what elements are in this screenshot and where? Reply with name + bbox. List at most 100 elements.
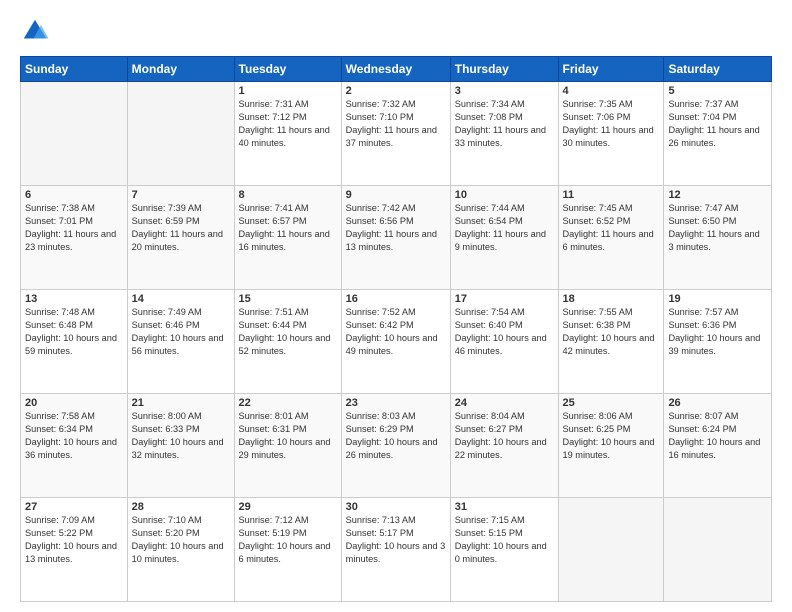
day-info: Sunrise: 7:54 AM Sunset: 6:40 PM Dayligh…	[455, 306, 554, 358]
day-info: Sunrise: 7:38 AM Sunset: 7:01 PM Dayligh…	[25, 202, 123, 254]
calendar-cell: 15Sunrise: 7:51 AM Sunset: 6:44 PM Dayli…	[234, 290, 341, 394]
day-info: Sunrise: 7:55 AM Sunset: 6:38 PM Dayligh…	[563, 306, 660, 358]
day-number: 3	[455, 85, 554, 97]
day-number: 11	[563, 189, 660, 201]
calendar-cell: 5Sunrise: 7:37 AM Sunset: 7:04 PM Daylig…	[664, 82, 772, 186]
day-number: 1	[239, 85, 337, 97]
day-number: 12	[668, 189, 767, 201]
day-info: Sunrise: 7:37 AM Sunset: 7:04 PM Dayligh…	[668, 98, 767, 150]
calendar-cell: 22Sunrise: 8:01 AM Sunset: 6:31 PM Dayli…	[234, 394, 341, 498]
calendar-cell: 28Sunrise: 7:10 AM Sunset: 5:20 PM Dayli…	[127, 498, 234, 602]
day-number: 18	[563, 293, 660, 305]
calendar-cell: 30Sunrise: 7:13 AM Sunset: 5:17 PM Dayli…	[341, 498, 450, 602]
day-number: 30	[346, 501, 446, 513]
day-info: Sunrise: 8:07 AM Sunset: 6:24 PM Dayligh…	[668, 410, 767, 462]
header	[20, 16, 772, 46]
calendar-cell: 16Sunrise: 7:52 AM Sunset: 6:42 PM Dayli…	[341, 290, 450, 394]
weekday-header: Monday	[127, 57, 234, 82]
weekday-header: Sunday	[21, 57, 128, 82]
calendar-cell: 13Sunrise: 7:48 AM Sunset: 6:48 PM Dayli…	[21, 290, 128, 394]
calendar-cell	[664, 498, 772, 602]
calendar-cell	[21, 82, 128, 186]
day-info: Sunrise: 7:09 AM Sunset: 5:22 PM Dayligh…	[25, 514, 123, 566]
calendar-week-row: 13Sunrise: 7:48 AM Sunset: 6:48 PM Dayli…	[21, 290, 772, 394]
calendar-cell: 9Sunrise: 7:42 AM Sunset: 6:56 PM Daylig…	[341, 186, 450, 290]
calendar-week-row: 1Sunrise: 7:31 AM Sunset: 7:12 PM Daylig…	[21, 82, 772, 186]
day-info: Sunrise: 7:35 AM Sunset: 7:06 PM Dayligh…	[563, 98, 660, 150]
calendar-cell: 23Sunrise: 8:03 AM Sunset: 6:29 PM Dayli…	[341, 394, 450, 498]
calendar-cell: 10Sunrise: 7:44 AM Sunset: 6:54 PM Dayli…	[450, 186, 558, 290]
day-number: 23	[346, 397, 446, 409]
day-info: Sunrise: 8:01 AM Sunset: 6:31 PM Dayligh…	[239, 410, 337, 462]
day-info: Sunrise: 7:15 AM Sunset: 5:15 PM Dayligh…	[455, 514, 554, 566]
calendar-cell: 7Sunrise: 7:39 AM Sunset: 6:59 PM Daylig…	[127, 186, 234, 290]
day-number: 19	[668, 293, 767, 305]
day-number: 31	[455, 501, 554, 513]
day-number: 28	[132, 501, 230, 513]
page: SundayMondayTuesdayWednesdayThursdayFrid…	[0, 0, 792, 612]
day-number: 21	[132, 397, 230, 409]
day-info: Sunrise: 7:58 AM Sunset: 6:34 PM Dayligh…	[25, 410, 123, 462]
day-number: 29	[239, 501, 337, 513]
day-info: Sunrise: 7:51 AM Sunset: 6:44 PM Dayligh…	[239, 306, 337, 358]
day-number: 20	[25, 397, 123, 409]
day-number: 16	[346, 293, 446, 305]
calendar-cell: 27Sunrise: 7:09 AM Sunset: 5:22 PM Dayli…	[21, 498, 128, 602]
calendar-week-row: 27Sunrise: 7:09 AM Sunset: 5:22 PM Dayli…	[21, 498, 772, 602]
day-info: Sunrise: 7:41 AM Sunset: 6:57 PM Dayligh…	[239, 202, 337, 254]
calendar-cell: 12Sunrise: 7:47 AM Sunset: 6:50 PM Dayli…	[664, 186, 772, 290]
day-info: Sunrise: 7:32 AM Sunset: 7:10 PM Dayligh…	[346, 98, 446, 150]
calendar-cell: 6Sunrise: 7:38 AM Sunset: 7:01 PM Daylig…	[21, 186, 128, 290]
day-number: 14	[132, 293, 230, 305]
calendar-cell: 11Sunrise: 7:45 AM Sunset: 6:52 PM Dayli…	[558, 186, 664, 290]
calendar-cell: 21Sunrise: 8:00 AM Sunset: 6:33 PM Dayli…	[127, 394, 234, 498]
calendar-cell: 1Sunrise: 7:31 AM Sunset: 7:12 PM Daylig…	[234, 82, 341, 186]
calendar-cell: 2Sunrise: 7:32 AM Sunset: 7:10 PM Daylig…	[341, 82, 450, 186]
day-info: Sunrise: 7:10 AM Sunset: 5:20 PM Dayligh…	[132, 514, 230, 566]
calendar-cell: 29Sunrise: 7:12 AM Sunset: 5:19 PM Dayli…	[234, 498, 341, 602]
weekday-header: Friday	[558, 57, 664, 82]
calendar-cell: 8Sunrise: 7:41 AM Sunset: 6:57 PM Daylig…	[234, 186, 341, 290]
day-number: 24	[455, 397, 554, 409]
weekday-header: Saturday	[664, 57, 772, 82]
calendar-cell: 17Sunrise: 7:54 AM Sunset: 6:40 PM Dayli…	[450, 290, 558, 394]
day-info: Sunrise: 7:44 AM Sunset: 6:54 PM Dayligh…	[455, 202, 554, 254]
day-info: Sunrise: 7:31 AM Sunset: 7:12 PM Dayligh…	[239, 98, 337, 150]
day-info: Sunrise: 7:12 AM Sunset: 5:19 PM Dayligh…	[239, 514, 337, 566]
calendar-cell: 18Sunrise: 7:55 AM Sunset: 6:38 PM Dayli…	[558, 290, 664, 394]
calendar-cell: 3Sunrise: 7:34 AM Sunset: 7:08 PM Daylig…	[450, 82, 558, 186]
day-info: Sunrise: 7:45 AM Sunset: 6:52 PM Dayligh…	[563, 202, 660, 254]
day-number: 15	[239, 293, 337, 305]
day-info: Sunrise: 7:47 AM Sunset: 6:50 PM Dayligh…	[668, 202, 767, 254]
calendar-cell: 25Sunrise: 8:06 AM Sunset: 6:25 PM Dayli…	[558, 394, 664, 498]
day-info: Sunrise: 7:52 AM Sunset: 6:42 PM Dayligh…	[346, 306, 446, 358]
day-number: 22	[239, 397, 337, 409]
day-info: Sunrise: 7:49 AM Sunset: 6:46 PM Dayligh…	[132, 306, 230, 358]
day-info: Sunrise: 8:00 AM Sunset: 6:33 PM Dayligh…	[132, 410, 230, 462]
day-info: Sunrise: 7:48 AM Sunset: 6:48 PM Dayligh…	[25, 306, 123, 358]
day-number: 2	[346, 85, 446, 97]
day-number: 7	[132, 189, 230, 201]
day-info: Sunrise: 8:06 AM Sunset: 6:25 PM Dayligh…	[563, 410, 660, 462]
calendar-cell: 4Sunrise: 7:35 AM Sunset: 7:06 PM Daylig…	[558, 82, 664, 186]
day-info: Sunrise: 7:13 AM Sunset: 5:17 PM Dayligh…	[346, 514, 446, 566]
day-number: 13	[25, 293, 123, 305]
weekday-header: Wednesday	[341, 57, 450, 82]
day-info: Sunrise: 8:04 AM Sunset: 6:27 PM Dayligh…	[455, 410, 554, 462]
calendar-cell: 19Sunrise: 7:57 AM Sunset: 6:36 PM Dayli…	[664, 290, 772, 394]
day-number: 4	[563, 85, 660, 97]
day-info: Sunrise: 7:42 AM Sunset: 6:56 PM Dayligh…	[346, 202, 446, 254]
day-number: 25	[563, 397, 660, 409]
day-number: 8	[239, 189, 337, 201]
day-number: 17	[455, 293, 554, 305]
calendar-week-row: 6Sunrise: 7:38 AM Sunset: 7:01 PM Daylig…	[21, 186, 772, 290]
day-number: 26	[668, 397, 767, 409]
weekday-header: Thursday	[450, 57, 558, 82]
day-number: 10	[455, 189, 554, 201]
day-info: Sunrise: 7:34 AM Sunset: 7:08 PM Dayligh…	[455, 98, 554, 150]
calendar-cell	[558, 498, 664, 602]
calendar-table: SundayMondayTuesdayWednesdayThursdayFrid…	[20, 56, 772, 602]
logo	[20, 16, 54, 46]
weekday-header: Tuesday	[234, 57, 341, 82]
day-number: 9	[346, 189, 446, 201]
